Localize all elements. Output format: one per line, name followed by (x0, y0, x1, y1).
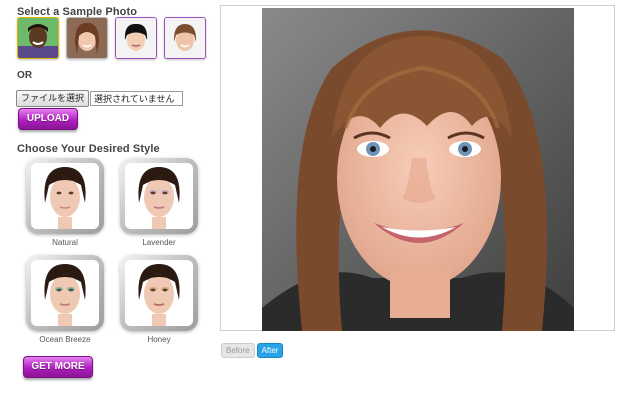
style-natural-face-image (31, 163, 99, 229)
sample-photo-2-image (67, 18, 107, 58)
before-after-toggle: Before After (221, 343, 284, 358)
file-status-text: 選択されていません (90, 91, 184, 106)
style-frame (26, 255, 104, 331)
style-card-honey[interactable]: Honey (120, 255, 198, 344)
style-label-natural: Natural (52, 238, 78, 247)
style-card-ocean-breeze[interactable]: Ocean Breeze (26, 255, 104, 344)
before-button[interactable]: Before (221, 343, 255, 358)
sample-photo-3-image (116, 18, 156, 58)
style-frame (120, 158, 198, 234)
preview-panel (220, 5, 615, 331)
upload-button[interactable]: UPLOAD (18, 108, 78, 130)
style-card-lavender[interactable]: Lavender (120, 158, 198, 247)
style-card-natural[interactable]: Natural (26, 158, 104, 247)
style-honey-face-image (125, 260, 193, 326)
sample-photo-4-image (165, 18, 205, 58)
sample-photo-1[interactable] (17, 17, 59, 59)
get-more-button[interactable]: GET MORE (23, 356, 93, 378)
sample-photo-4[interactable] (164, 17, 206, 59)
style-frame (120, 255, 198, 331)
sample-photo-3[interactable] (115, 17, 157, 59)
style-ocean-breeze-face-image (31, 260, 99, 326)
style-frame (26, 158, 104, 234)
after-button[interactable]: After (256, 343, 284, 358)
choose-file-button[interactable]: ファイルを選択 (16, 90, 90, 107)
style-label-honey: Honey (147, 335, 171, 344)
file-upload-row: ファイルを選択 選択されていません (16, 90, 184, 107)
style-label-lavender: Lavender (142, 238, 176, 247)
style-label-ocean-breeze: Ocean Breeze (39, 335, 91, 344)
style-lavender-face-image (125, 163, 193, 229)
sample-photo-2[interactable] (66, 17, 108, 59)
preview-face-image (262, 8, 574, 331)
or-label: OR (17, 70, 33, 81)
sample-photo-list (17, 17, 206, 59)
style-heading: Choose Your Desired Style (17, 143, 160, 155)
sample-photo-1-image (18, 18, 58, 58)
preview-photo (262, 8, 574, 331)
